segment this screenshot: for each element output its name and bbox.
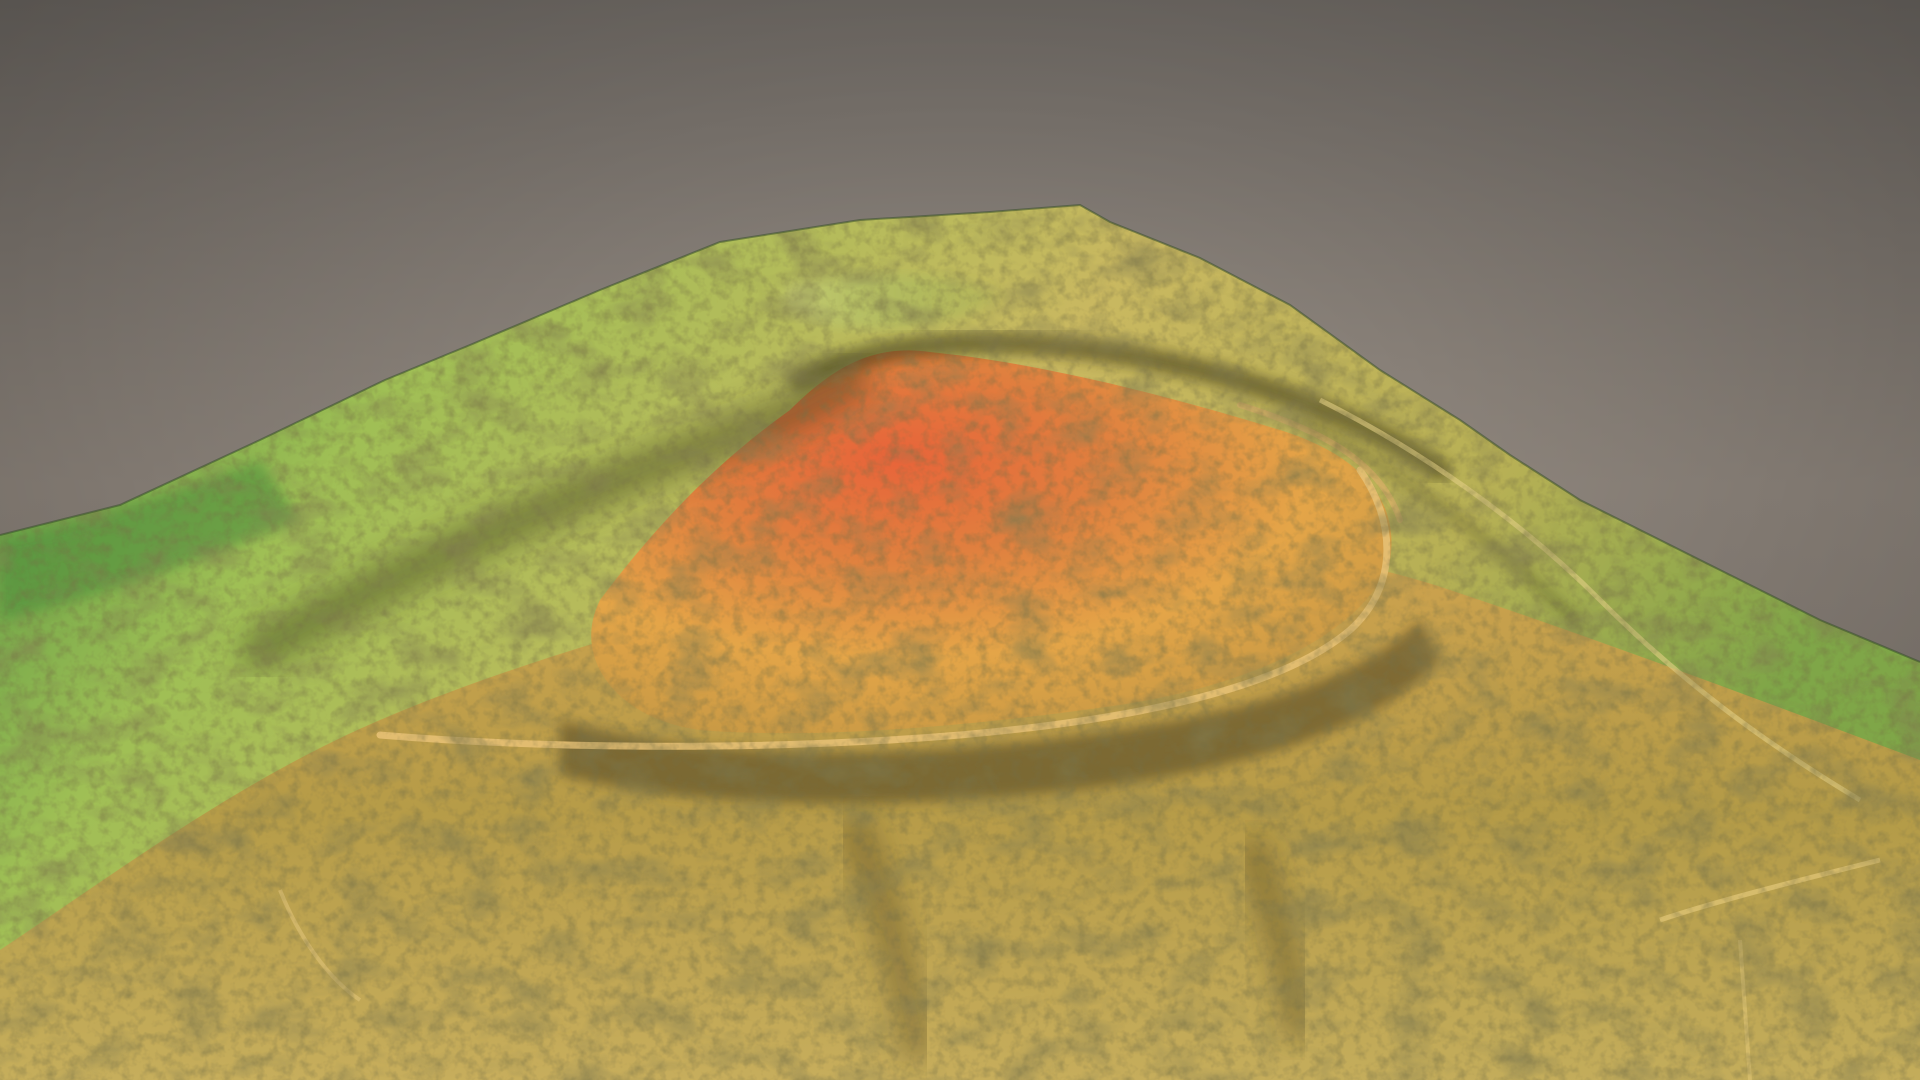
terrain-scene xyxy=(0,0,1920,1080)
terrain-render xyxy=(0,0,1920,1080)
